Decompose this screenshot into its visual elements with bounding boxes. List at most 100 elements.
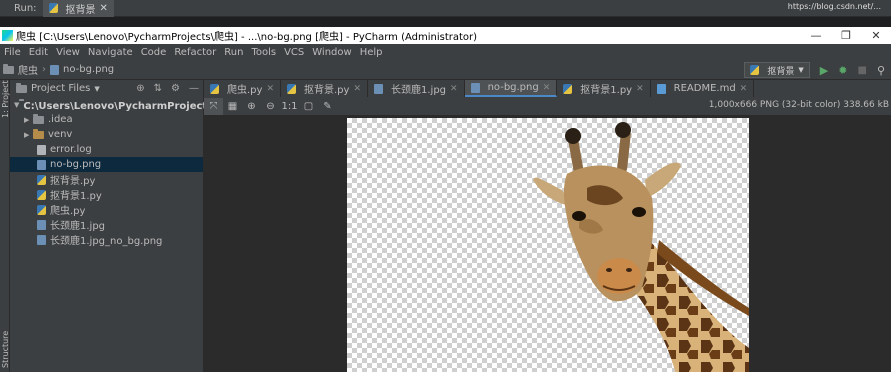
actual-size-icon[interactable]: 1:1 (280, 98, 299, 115)
python-file-icon (210, 83, 219, 94)
tree-item-venv[interactable]: ▶ venv (10, 127, 203, 142)
navigation-bar: 爬虫 › no-bg.png 抠背景 ▼ ▶ ✹ ■ ⚲ (0, 60, 891, 80)
run-controls: 抠背景 ▼ ▶ ✹ ■ ⚲ (744, 60, 891, 80)
stop-icon[interactable]: ■ (857, 65, 866, 76)
menu-run[interactable]: Run (220, 47, 247, 58)
run-configuration-label: 抠背景 (767, 66, 795, 77)
tab-label: 长颈鹿1.jpg (391, 85, 447, 96)
toggle-transparency-icon[interactable]: ⤧ (204, 97, 223, 115)
menu-edit[interactable]: Edit (25, 47, 52, 58)
zoom-out-icon[interactable]: ⊖ (261, 98, 280, 115)
image-file-icon (37, 234, 46, 245)
python-file-icon (287, 83, 296, 94)
close-tab-icon[interactable]: ✕ (353, 84, 361, 94)
folder-icon (3, 63, 14, 74)
left-tool-strip: 1: Project Structure (0, 80, 10, 372)
tree-item-label: error.log (50, 144, 92, 155)
tree-item-giraffe-no-bg-png[interactable]: 长颈鹿1.jpg_no_bg.png (10, 232, 203, 247)
toggle-grid-icon[interactable]: ▦ (223, 98, 242, 115)
breadcrumb-project-label: 爬虫 (18, 66, 38, 77)
image-file-icon (37, 219, 46, 230)
tree-item-pachong-py[interactable]: 爬虫.py (10, 202, 203, 217)
minimize-button[interactable]: — (801, 27, 831, 44)
tab-pachong-py[interactable]: 爬虫.py ✕ (204, 80, 281, 97)
run-icon[interactable]: ▶ (820, 64, 828, 77)
menu-help[interactable]: Help (356, 47, 387, 58)
editor-tabs: 爬虫.py ✕ 抠背景.py ✕ 长颈鹿1.jpg ✕ no-bg.png ✕ … (204, 80, 891, 97)
run-configuration-select[interactable]: 抠背景 ▼ (744, 62, 810, 78)
folder-icon (33, 128, 44, 139)
menu-bar: File Edit View Navigate Code Refactor Ru… (0, 44, 891, 60)
tab-giraffe-jpg[interactable]: 长颈鹿1.jpg ✕ (368, 80, 465, 97)
project-tool-button[interactable]: 1: Project (1, 80, 10, 118)
image-file-icon (50, 64, 59, 75)
tab-koubeijing-py[interactable]: 抠背景.py ✕ (281, 80, 368, 97)
close-icon[interactable]: ✕ (100, 3, 108, 14)
menu-file[interactable]: File (0, 47, 25, 58)
menu-refactor[interactable]: Refactor (170, 47, 220, 58)
fit-zoom-icon[interactable]: ▢ (299, 98, 318, 115)
menu-view[interactable]: View (52, 47, 84, 58)
close-tab-icon[interactable]: ✕ (450, 84, 458, 94)
window-titlebar: 爬虫 [C:\Users\Lenovo\PycharmProjects\爬虫] … (0, 27, 891, 44)
tree-item-label: .idea (48, 114, 73, 125)
image-file-icon (470, 82, 480, 93)
menu-window[interactable]: Window (308, 47, 355, 58)
tree-item-no-bg-png[interactable]: no-bg.png (10, 157, 203, 172)
folder-icon (16, 82, 27, 93)
tab-koubeijing1-py[interactable]: 抠背景1.py ✕ (557, 80, 651, 97)
tree-item-label: venv (48, 129, 73, 140)
menu-tools[interactable]: Tools (247, 47, 280, 58)
locate-icon[interactable]: ⊕ (136, 83, 144, 94)
folder-icon (33, 113, 44, 124)
tree-item-label: no-bg.png (50, 159, 102, 170)
close-tab-icon[interactable]: ✕ (543, 83, 551, 93)
run-tab[interactable]: 抠背景 ✕ (42, 0, 114, 17)
zoom-in-icon[interactable]: ⊕ (242, 98, 261, 115)
chevron-down-icon: ▼ (798, 66, 804, 74)
close-tab-icon[interactable]: ✕ (636, 84, 644, 94)
tree-item-idea[interactable]: ▶ .idea (10, 112, 203, 127)
debug-icon[interactable]: ✹ (838, 64, 847, 77)
menu-code[interactable]: Code (137, 47, 171, 58)
menu-navigate[interactable]: Navigate (84, 47, 137, 58)
expand-arrow-icon[interactable]: ▼ (14, 101, 19, 109)
tree-item-koubeijing-py[interactable]: 抠背景.py (10, 172, 203, 187)
hide-icon[interactable]: — (189, 83, 199, 94)
image-file-icon (374, 83, 383, 94)
tab-label: 爬虫.py (227, 85, 263, 96)
tab-label: no-bg.png (487, 82, 539, 93)
tree-item-error-log[interactable]: error.log (10, 142, 203, 157)
collapse-arrow-icon[interactable]: ▶ (24, 116, 33, 124)
text-file-icon (37, 144, 46, 155)
run-tab-label: 抠背景 (65, 4, 96, 16)
search-icon[interactable]: ⚲ (877, 64, 885, 77)
project-view-select[interactable]: Project Files (31, 83, 90, 94)
python-file-icon (37, 189, 46, 200)
tab-label: README.md (673, 83, 736, 94)
gear-icon[interactable]: ⚙ (171, 83, 180, 94)
tree-item-giraffe-jpg[interactable]: 长颈鹿1.jpg (10, 217, 203, 232)
tree-item-koubeijing1-py[interactable]: 抠背景1.py (10, 187, 203, 202)
tab-no-bg-png[interactable]: no-bg.png ✕ (464, 80, 558, 97)
breadcrumb-project[interactable]: 爬虫 (0, 62, 38, 77)
tab-readme-md[interactable]: README.md ✕ (651, 80, 755, 97)
tree-item-label: 爬虫.py (50, 206, 86, 217)
maximize-button[interactable]: ❐ (831, 27, 861, 44)
project-panel-actions: ⊕ ⇅ ⚙ — (136, 80, 199, 97)
image-info: 1,000x666 PNG (32-bit color) 338.66 kB (708, 100, 889, 110)
chevron-down-icon[interactable]: ▼ (94, 85, 99, 93)
structure-tool-button[interactable]: Structure (1, 331, 10, 368)
close-tab-icon[interactable]: ✕ (740, 84, 748, 94)
python-file-icon (37, 204, 46, 215)
breadcrumb-file[interactable]: no-bg.png (50, 64, 114, 75)
close-window-button[interactable]: ✕ (861, 27, 891, 44)
close-tab-icon[interactable]: ✕ (266, 84, 274, 94)
menu-vcs[interactable]: VCS (280, 47, 308, 58)
color-picker-icon[interactable]: ✎ (318, 98, 337, 115)
tree-root[interactable]: ▼ C:\Users\Lenovo\PycharmProjects\爬虫 (10, 97, 237, 112)
collapse-arrow-icon[interactable]: ▶ (24, 131, 33, 139)
collapse-all-icon[interactable]: ⇅ (154, 83, 162, 94)
python-file-icon (750, 65, 760, 75)
image-canvas[interactable] (347, 118, 749, 372)
